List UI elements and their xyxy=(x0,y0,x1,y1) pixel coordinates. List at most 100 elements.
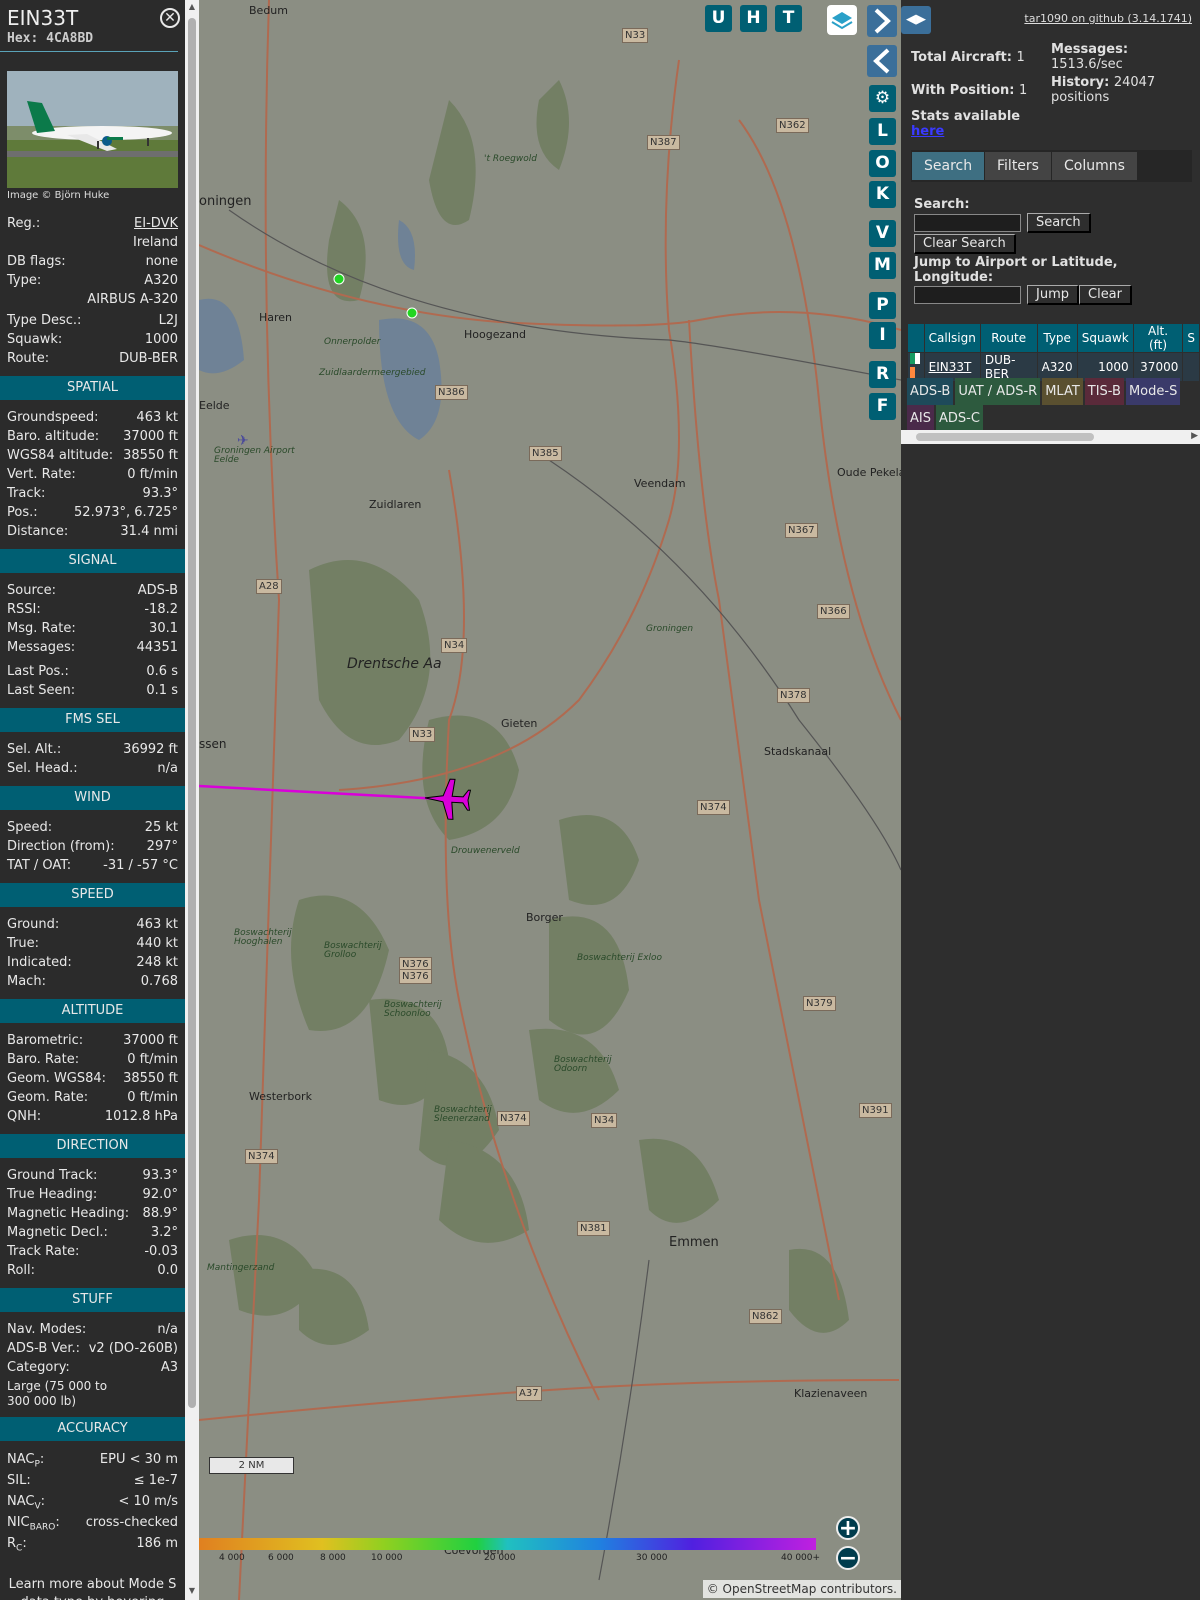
map-canvas[interactable]: ✈ xyxy=(199,0,901,1600)
info-row-label: Nav. Modes: xyxy=(7,1322,87,1337)
map-place-label: Boswachterij Hooghalen xyxy=(234,928,292,948)
road-shield: N381 xyxy=(577,1221,610,1236)
info-row-value: 30.1 xyxy=(149,621,178,636)
column-header[interactable]: S xyxy=(1183,324,1199,352)
scroll-down-arrow-icon[interactable]: ▼ xyxy=(187,1586,197,1596)
map-button-v[interactable]: V xyxy=(869,220,896,247)
info-row-value: 1012.8 hPa xyxy=(104,1109,178,1124)
map-button-m[interactable]: M xyxy=(869,252,896,279)
info-row-value: 3.2° xyxy=(150,1225,178,1240)
map-place-label: Borger xyxy=(526,911,563,924)
jump-input[interactable] xyxy=(914,286,1021,304)
aircraft-photo[interactable] xyxy=(7,71,178,188)
info-row-value: 31.4 nmi xyxy=(120,524,178,539)
info-row: NICBARO: cross-checked xyxy=(0,1512,185,1533)
table-cell[interactable] xyxy=(1183,353,1199,381)
search-input[interactable] xyxy=(914,214,1021,232)
column-header[interactable]: Callsign xyxy=(924,324,980,352)
jump-button[interactable]: Jump xyxy=(1027,285,1079,305)
zoom-out-icon[interactable]: − xyxy=(836,1546,860,1570)
flag-icon[interactable] xyxy=(908,353,924,381)
osm-link[interactable]: OpenStreetMap xyxy=(723,1582,817,1596)
scroll-right-arrow-icon[interactable]: ▶ xyxy=(1191,431,1198,441)
info-row-value: ADS-B xyxy=(137,583,178,598)
scroll-up-arrow-icon[interactable]: ▲ xyxy=(187,2,197,12)
info-row-label: Last Pos.: xyxy=(7,664,69,679)
map-button-p[interactable]: P xyxy=(869,292,896,319)
map-button-t[interactable]: T xyxy=(775,5,802,32)
scrollbar-thumb[interactable] xyxy=(188,18,196,1408)
clear-search-button[interactable]: Clear Search xyxy=(914,234,1016,254)
registration-link[interactable]: EI-DVK xyxy=(134,214,178,233)
table-cell[interactable]: 37000 xyxy=(1133,353,1183,381)
clear-jump-button[interactable]: Clear xyxy=(1079,285,1132,305)
scale-bar: 2 NM xyxy=(209,1457,294,1474)
layers-icon[interactable] xyxy=(827,5,857,35)
road-shield: N366 xyxy=(817,604,850,619)
table-cell[interactable]: DUB-BER xyxy=(980,353,1037,381)
legend-ais[interactable]: AIS xyxy=(907,405,934,432)
info-panel-scrollbar[interactable]: ▲ ▼ xyxy=(185,0,199,1600)
legend-mlat[interactable]: MLAT xyxy=(1042,378,1083,405)
column-header[interactable]: Route xyxy=(980,324,1037,352)
section-header-spatial: SPATIAL xyxy=(0,376,185,400)
tab-filters[interactable]: Filters xyxy=(985,152,1051,180)
legend-tis-b[interactable]: TIS-B xyxy=(1084,378,1124,405)
scrollbar-thumb[interactable] xyxy=(916,433,1094,441)
photo-credit: Image © Björn Huke xyxy=(7,190,110,201)
github-link[interactable]: tar1090 on github (3.14.1741) xyxy=(1024,12,1192,25)
map-place-label: Mantingerzand xyxy=(207,1263,275,1273)
table-cell[interactable]: EIN33T xyxy=(924,353,980,381)
map-button-f[interactable]: F xyxy=(869,393,896,420)
table-cell[interactable]: 1000 xyxy=(1077,353,1133,381)
map-button-i[interactable]: I xyxy=(869,322,896,349)
column-header[interactable]: Type xyxy=(1037,324,1077,352)
info-row: Type: A320 xyxy=(0,271,185,290)
table-horizontal-scrollbar[interactable]: ▶ xyxy=(901,430,1200,444)
map-button-o[interactable]: O xyxy=(869,150,896,177)
map-button-l[interactable]: L xyxy=(869,118,896,145)
info-row-label: QNH: xyxy=(7,1109,42,1124)
map-button-h[interactable]: H xyxy=(740,5,767,32)
expand-collapse-icon[interactable]: ◀▶ xyxy=(901,6,931,34)
info-row: True Heading: 92.0° xyxy=(0,1185,185,1204)
map-view[interactable]: ✈ Bedum oningen Haren Hoogezand Onnerpolder Z… xyxy=(199,0,901,1600)
legend-uat-ads-r[interactable]: UAT / ADS-R xyxy=(955,378,1041,405)
column-header[interactable] xyxy=(908,324,924,352)
info-row-label: SIL: xyxy=(7,1473,31,1488)
road-shield: N374 xyxy=(497,1111,530,1126)
road-shield: N386 xyxy=(435,385,468,400)
table-row[interactable]: EIN33T DUB-BER A320 1000 37000 xyxy=(908,353,1199,381)
selected-callsign: EIN33T xyxy=(7,6,79,30)
legend-mode-s[interactable]: Mode-S xyxy=(1125,378,1181,405)
tab-columns[interactable]: Columns xyxy=(1052,152,1137,180)
column-header[interactable]: Alt. (ft) xyxy=(1133,324,1183,352)
stats-link[interactable]: here xyxy=(911,124,944,139)
info-row-value: 93.3° xyxy=(142,1168,178,1183)
road-shield: N385 xyxy=(529,446,562,461)
category-description: Large (75 000 to 300 000 lb) xyxy=(7,1379,108,1408)
info-row-value: 44351 xyxy=(136,640,178,655)
map-button-k[interactable]: K xyxy=(869,181,896,208)
legend-ads-b[interactable]: ADS-B xyxy=(907,378,954,405)
info-row: Barometric: 37000 ft xyxy=(0,1031,185,1050)
map-button-r[interactable]: R xyxy=(869,361,896,388)
chevron-right-icon[interactable] xyxy=(867,5,897,37)
table-cell[interactable]: A320 xyxy=(1037,353,1077,381)
settings-gear-icon[interactable]: ⚙ xyxy=(869,85,896,112)
chevron-left-icon[interactable] xyxy=(867,45,897,77)
info-row-value: 0.768 xyxy=(140,974,178,989)
close-icon[interactable]: ✕ xyxy=(160,8,180,28)
map-button-u[interactable]: U xyxy=(705,5,732,32)
info-row: Roll: 0.0 xyxy=(0,1261,185,1280)
source-legend: ADS-B UAT / ADS-R MLAT TIS-B Mode-S AIS ADS-C xyxy=(907,378,1197,432)
column-header[interactable]: Squawk xyxy=(1077,324,1133,352)
tab-search[interactable]: Search xyxy=(912,152,985,180)
map-place-label: Zuidlaren xyxy=(369,498,422,511)
section-header-fms-sel: FMS SEL xyxy=(0,708,185,732)
zoom-in-icon[interactable]: + xyxy=(836,1516,860,1540)
legend-ads-c[interactable]: ADS-C xyxy=(935,405,983,432)
search-button[interactable]: Search xyxy=(1027,213,1091,233)
messages-rate: 1513.6/sec xyxy=(1051,57,1123,72)
with-position-count: 1 xyxy=(1019,83,1028,98)
